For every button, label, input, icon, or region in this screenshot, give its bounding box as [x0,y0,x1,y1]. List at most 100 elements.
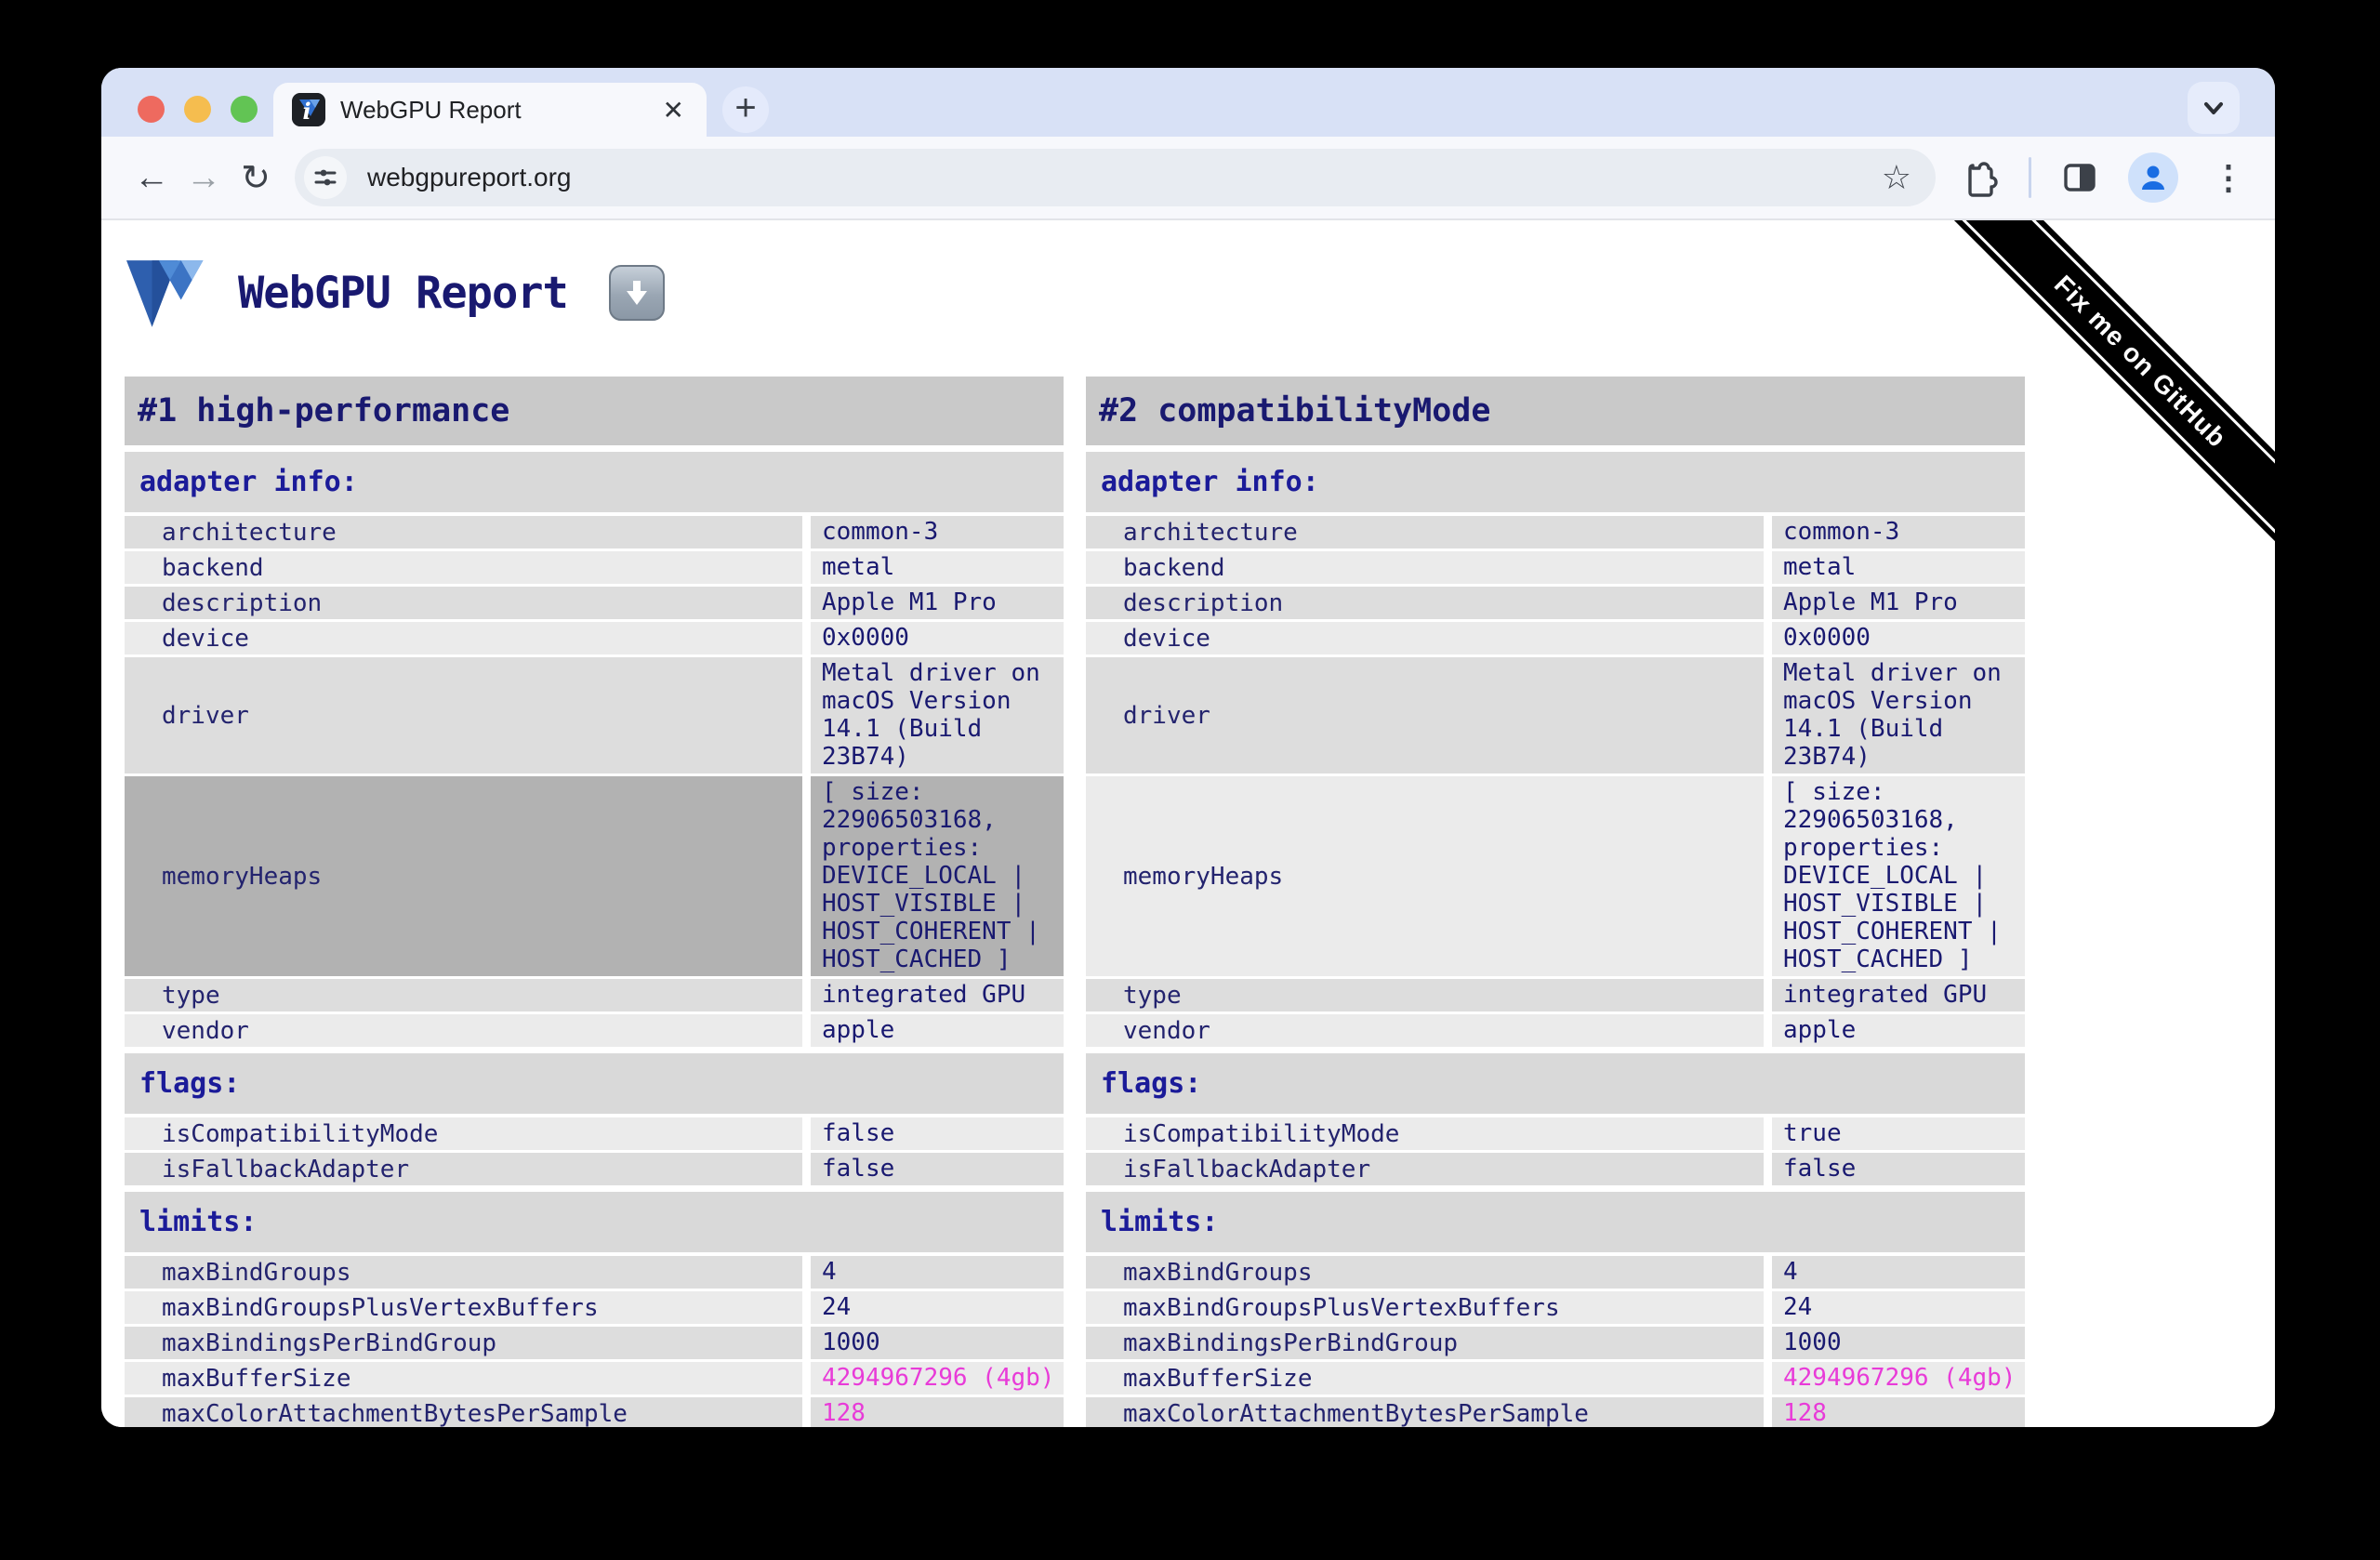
row-key: maxBindingsPerBindGroup [125,1327,802,1359]
page-content: Fix me on GitHub WebGPU Report #1 high-p… [101,220,2275,1427]
row-value: false [811,1153,1064,1185]
table-row: vendor apple [1086,1014,2025,1047]
row-key: isCompatibilityMode [1086,1117,1764,1150]
table-row: backend metal [125,551,1064,584]
address-bar[interactable]: webgpureport.org ☆ [295,149,1936,206]
bookmark-star-icon[interactable]: ☆ [1882,158,1924,197]
browser-tab[interactable]: i WebGPU Report ✕ [273,83,707,137]
report-section: adapter info: architecture common-3 backend… [125,452,1064,1047]
row-value: 4 [811,1256,1064,1289]
site-settings-icon[interactable] [304,156,347,199]
row-value: integrated GPU [811,979,1064,1011]
row-value: 4294967296 (4gb) [811,1362,1064,1395]
row-key: maxBindGroupsPlusVertexBuffers [1086,1291,1764,1324]
forward-button[interactable]: → [178,152,230,204]
tab-search-button[interactable] [2188,82,2240,134]
row-value: common-3 [811,516,1064,549]
row-key: maxBindGroups [1086,1256,1764,1289]
close-window-button[interactable] [138,96,165,123]
table-row: device 0x0000 [1086,622,2025,654]
table-row: maxBindingsPerBindGroup 1000 [125,1327,1064,1359]
new-tab-button[interactable]: + [722,86,769,133]
row-key: vendor [125,1014,802,1047]
toolbar-divider [2029,157,2031,198]
down-arrow-icon [626,281,647,305]
tab-title: WebGPU Report [340,95,522,124]
report-columns: #1 high-performance adapter info: architec… [125,377,2275,1427]
row-value: Metal driver on macOS Version 14.1 (Buil… [811,657,1064,773]
table-row: maxBindGroupsPlusVertexBuffers 24 [125,1291,1064,1324]
adapter-column: #2 compatibilityMode adapter info: archite… [1086,377,2025,1427]
section-header: adapter info: [1086,452,2025,512]
row-value: [ size: 22906503168, properties: DEVICE_… [1772,776,2025,976]
row-key: type [1086,979,1764,1011]
close-tab-icon[interactable]: ✕ [659,95,688,126]
table-row: description Apple M1 Pro [125,587,1064,619]
table-row: isFallbackAdapter false [125,1153,1064,1185]
row-value: 0x0000 [811,622,1064,654]
row-key: isFallbackAdapter [1086,1153,1764,1185]
profile-avatar[interactable] [2128,152,2178,203]
browser-menu-button[interactable]: ⋮ [2206,158,2251,197]
report-section: flags: isCompatibilityMode true isFallbackA… [1086,1053,2025,1185]
reload-button[interactable]: ↻ [230,152,282,204]
table-row: memoryHeaps[ size: 22906503168, properti… [125,776,1064,976]
table-row: isFallbackAdapter false [1086,1153,2025,1185]
adapter-column: #1 high-performance adapter info: architec… [125,377,1064,1427]
row-value: [ size: 22906503168, properties: DEVICE_… [811,776,1064,976]
table-row: isCompatibilityMode false [125,1117,1064,1150]
table-row: type integrated GPU [1086,979,2025,1011]
row-value: metal [1772,551,2025,584]
row-value: apple [1772,1014,2025,1047]
row-value: 1000 [1772,1327,2025,1359]
table-row: driver Metal driver on macOS Version 14.1… [125,657,1064,773]
row-value: 4294967296 (4gb) [1772,1362,2025,1395]
page-title: WebGPU Report [238,267,569,319]
download-report-button[interactable] [608,265,665,321]
row-key: memoryHeaps [125,776,802,976]
row-value: false [1772,1153,2025,1185]
section-header: limits: [125,1192,1064,1252]
table-row: description Apple M1 Pro [1086,587,2025,619]
table-row: maxBindGroups 4 [125,1256,1064,1289]
row-value: 128 [811,1397,1064,1427]
row-value: 128 [1772,1397,2025,1427]
row-value: metal [811,551,1064,584]
adapter-column-title: #1 high-performance [125,377,1064,445]
report-section: limits: maxBindGroups 4 maxBindGroupsPlusVe… [125,1192,1064,1427]
back-button[interactable]: ← [126,152,178,204]
row-key: vendor [1086,1014,1764,1047]
browser-toolbar: ← → ↻ webgpureport.org ☆ ⋮ [101,137,2275,218]
table-row: architecture common-3 [125,516,1064,549]
row-value: 4 [1772,1256,2025,1289]
report-section: limits: maxBindGroups 4 maxBindGroupsPlusVe… [1086,1192,2025,1427]
page-header: WebGPU Report [125,246,2275,339]
table-row: architecture common-3 [1086,516,2025,549]
table-row: vendor apple [125,1014,1064,1047]
row-key: type [125,979,802,1011]
row-key: backend [125,551,802,584]
traffic-lights [138,96,258,123]
extensions-icon[interactable] [1960,157,2001,198]
minimize-window-button[interactable] [184,96,211,123]
row-key: maxBindingsPerBindGroup [1086,1327,1764,1359]
url-text[interactable]: webgpureport.org [367,163,1882,192]
row-value: 1000 [811,1327,1064,1359]
row-key: maxColorAttachmentBytesPerSample [1086,1397,1764,1427]
row-key: architecture [1086,516,1764,549]
fullscreen-window-button[interactable] [231,96,258,123]
row-key: isCompatibilityMode [125,1117,802,1150]
row-value: Apple M1 Pro [811,587,1064,619]
table-row: maxBufferSize 4294967296 (4gb) [1086,1362,2025,1395]
row-key: maxBindGroupsPlusVertexBuffers [125,1291,802,1324]
row-key: device [1086,622,1764,654]
table-row: device 0x0000 [125,622,1064,654]
report-section: flags: isCompatibilityMode false isFallback… [125,1053,1064,1185]
side-panel-icon[interactable] [2059,157,2100,198]
table-row: maxColorAttachmentBytesPerSample 128 [125,1397,1064,1427]
row-value: 24 [1772,1291,2025,1324]
table-row: memoryHeaps[ size: 22906503168, properti… [1086,776,2025,976]
adapter-column-title: #2 compatibilityMode [1086,377,2025,445]
section-header: adapter info: [125,452,1064,512]
webgpu-logo-icon [126,260,204,327]
